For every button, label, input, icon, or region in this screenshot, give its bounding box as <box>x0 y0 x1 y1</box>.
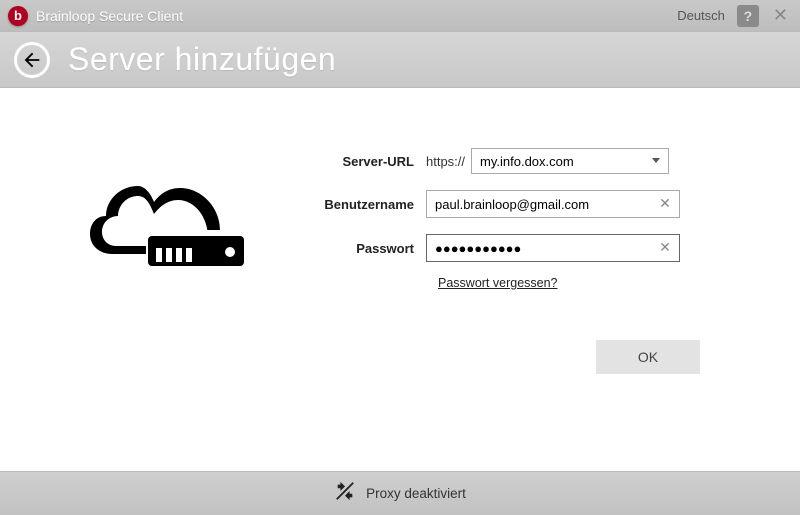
titlebar: b Brainloop Secure Client Deutsch ? ✕ <box>0 0 800 32</box>
page-header: Server hinzufügen <box>0 32 800 88</box>
server-cloud-illustration <box>50 148 290 443</box>
proxy-status-text: Proxy deaktiviert <box>366 486 466 501</box>
protocol-text: https:// <box>426 154 465 169</box>
status-bar: Proxy deaktiviert <box>0 471 800 515</box>
password-label: Passwort <box>306 241 426 256</box>
password-input-wrap: ✕ <box>426 234 680 262</box>
forgot-password-row: Passwort vergessen? <box>306 274 760 292</box>
ok-row: OK <box>306 340 760 374</box>
clear-password-icon[interactable]: ✕ <box>657 239 673 255</box>
password-row: Passwort ✕ <box>306 234 760 262</box>
cloud-server-icon <box>90 168 250 278</box>
proxy-disabled-icon <box>334 480 356 507</box>
password-input[interactable] <box>427 235 679 261</box>
language-selector[interactable]: Deutsch <box>677 8 725 23</box>
server-url-row: Server-URL https:// my.info.dox.com <box>306 148 760 174</box>
form-area: Server-URL https:// my.info.dox.com Benu… <box>290 148 760 443</box>
close-icon[interactable]: ✕ <box>769 5 792 26</box>
ok-button[interactable]: OK <box>596 340 700 374</box>
username-label: Benutzername <box>306 197 426 212</box>
app-logo-icon: b <box>8 6 28 26</box>
app-title: Brainloop Secure Client <box>36 8 183 24</box>
server-url-dropdown[interactable]: my.info.dox.com <box>471 148 669 174</box>
chevron-down-icon <box>652 158 660 163</box>
page-title: Server hinzufügen <box>68 41 336 78</box>
username-row: Benutzername ✕ <box>306 190 760 218</box>
server-url-label: Server-URL <box>306 154 426 169</box>
username-input[interactable] <box>427 191 679 217</box>
help-icon[interactable]: ? <box>737 5 759 27</box>
arrow-left-icon <box>21 49 43 71</box>
forgot-password-link[interactable]: Passwort vergessen? <box>438 276 558 290</box>
content-area: Server-URL https:// my.info.dox.com Benu… <box>0 88 800 443</box>
server-url-value: my.info.dox.com <box>480 154 574 169</box>
clear-username-icon[interactable]: ✕ <box>657 195 673 211</box>
username-input-wrap: ✕ <box>426 190 680 218</box>
back-button[interactable] <box>14 42 50 78</box>
